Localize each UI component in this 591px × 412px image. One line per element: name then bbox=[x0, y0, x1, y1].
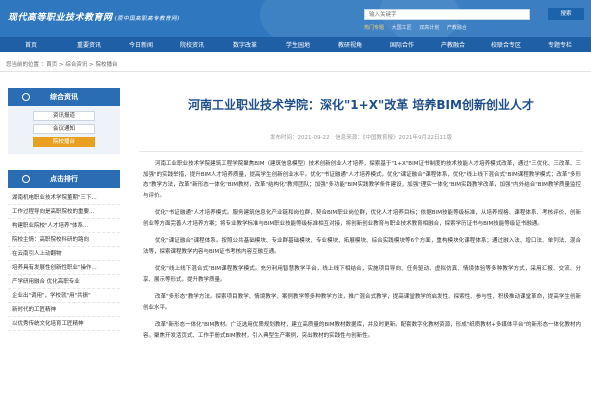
site-title-text: 现代高等职业技术教育网 bbox=[8, 13, 113, 23]
ranking-item[interactable]: 工作过程导向是高职院校的重要... bbox=[8, 205, 120, 219]
nav-item-today-news[interactable]: 今日新闻 bbox=[116, 40, 166, 49]
sidebar-item-college-broadcast[interactable]: 院校播台 bbox=[33, 137, 95, 147]
site-subtitle: (原中国高职高专教育网) bbox=[114, 16, 180, 22]
search-button[interactable]: 搜索 bbox=[548, 8, 584, 20]
nav-item-school-union[interactable]: 校联合专区 bbox=[478, 40, 534, 49]
sidebar-section-title: 综合资讯 bbox=[8, 88, 120, 106]
ranking-item[interactable]: 培养具有发展性创新性职业"操作... bbox=[8, 261, 120, 275]
ranking-title-text: 点击排行 bbox=[50, 175, 78, 183]
article-paragraph: 优化"书证融通"人才培养模式。服务建筑信息化产业链和岗位群，契合BIM职业岗位群… bbox=[143, 210, 581, 227]
nav-item-research-view[interactable]: 教研视角 bbox=[324, 40, 376, 49]
search-input[interactable] bbox=[364, 9, 530, 20]
article-paragraph: 改革"多形态"教学方法。探索项目教学、情境教学、案例教学等多种教学方法，推广混合… bbox=[143, 294, 581, 311]
main-nav: 首页 重要资讯 今日新闻 院校资讯 数字改革 学生园地 教研视角 国际合作 产教… bbox=[0, 37, 591, 52]
ranking-item[interactable]: 在云南引人上动翻物 bbox=[8, 247, 120, 261]
article-body: 河南工业职业技术学院建筑工程学院聚焦BIM（建筑信息模型）技术创新创业人才培养，… bbox=[131, 152, 591, 341]
sidebar: 综合资讯 资讯报道 会议通知 院校播台 点击排行 湖南机电职业技术学院董期"三下… bbox=[8, 88, 120, 331]
site-logo[interactable]: 现代高等职业技术教育网 (原中国高职高专教育网) bbox=[8, 10, 180, 23]
article-source: 信息来源：《中国教育报》2021年9月22日11版 bbox=[335, 135, 452, 141]
article-paragraph: 优化"线上线下混合式"BIM课程教学模式。充分利用智慧教学平台，线上线下相结合，… bbox=[143, 266, 581, 283]
nav-item-college-news[interactable]: 院校资讯 bbox=[166, 40, 218, 49]
ranking-item[interactable]: 企业出"调用"，学校就"用"共振" bbox=[8, 289, 120, 303]
ranking-item[interactable]: 新时代的工匠精神 bbox=[8, 303, 120, 317]
hot-label: 热门专题 bbox=[364, 25, 385, 31]
hot-word-link[interactable]: 双高计划 bbox=[419, 25, 439, 31]
nav-item-special-column[interactable]: 专题专栏 bbox=[534, 40, 586, 49]
ranking-item[interactable]: 以优秀传统文化培育工匠精神 bbox=[8, 317, 120, 331]
ranking-item[interactable]: 构建职业院校"人才培养"体系... bbox=[8, 219, 120, 233]
divider bbox=[0, 71, 591, 72]
hot-keywords: 热门专题 大国工匠 双高计划 产教融合 bbox=[364, 24, 473, 31]
nav-item-student-garden[interactable]: 学生园地 bbox=[272, 40, 324, 49]
ranking-list: 湖南机电职业技术学院董期"三下... 工作过程导向是高职院校的重要... 构建职… bbox=[8, 188, 120, 331]
circle-icon bbox=[22, 175, 30, 183]
article-paragraph: 优化"课证融合"课程体系。按照公共基础模块、专业群基础模块、专业模块、拓展模块、… bbox=[143, 238, 581, 255]
nav-item-important-news[interactable]: 重要资讯 bbox=[62, 40, 116, 49]
ranking-title: 点击排行 bbox=[8, 170, 120, 188]
sidebar-item-news-report[interactable]: 资讯报道 bbox=[33, 111, 95, 121]
breadcrumb: 您当前的位置 ：首页 > 综合资讯 > 院校播台 bbox=[6, 62, 118, 68]
article-paragraph: 改革"新形态一体化"BIM教材。广泛选用优质规划教材，建立高质量的BIM教材数据… bbox=[143, 322, 581, 339]
sidebar-section-body: 资讯报道 会议通知 院校播台 bbox=[8, 106, 120, 154]
site-header: 现代高等职业技术教育网(原中国高职高专教育网) 搜索 热门专题 大国工匠 双高计… bbox=[0, 0, 591, 37]
circle-icon bbox=[22, 93, 30, 101]
ranking-item[interactable]: 产学研用融合 优化高职专业 bbox=[8, 275, 120, 289]
hot-word-link[interactable]: 大国工匠 bbox=[392, 25, 412, 31]
nav-item-digital-reform[interactable]: 数字改革 bbox=[218, 40, 272, 49]
sidebar-item-meeting-notice[interactable]: 会议通知 bbox=[33, 124, 95, 134]
hot-word-link[interactable]: 产教融合 bbox=[447, 25, 467, 31]
nav-item-home[interactable]: 首页 bbox=[0, 40, 62, 49]
nav-item-industry-education[interactable]: 产教融合 bbox=[428, 40, 478, 49]
article-paragraph: 河南工业职业技术学院建筑工程学院聚焦BIM（建筑信息模型）技术创新创业人才培养，… bbox=[143, 161, 581, 199]
article-meta: 发布时间：2021-09-22 信息来源：《中国教育报》2021年9月22日11… bbox=[131, 133, 591, 141]
ranking-item[interactable]: 湖南机电职业技术学院董期"三下... bbox=[8, 191, 120, 205]
sidebar-section-title-text: 综合资讯 bbox=[50, 93, 78, 101]
nav-item-international[interactable]: 国际合作 bbox=[376, 40, 428, 49]
article-main: 河南工业职业技术学院：深化"1+X"改革 培养BIM创新创业人才 发布时间：20… bbox=[131, 88, 591, 348]
article-publish-time: 发布时间：2021-09-22 bbox=[270, 135, 330, 141]
ranking-item[interactable]: 院校主情：高职院校科研的路向 bbox=[8, 233, 120, 247]
article-title: 河南工业职业技术学院：深化"1+X"改革 培养BIM创新创业人才 bbox=[188, 98, 534, 112]
